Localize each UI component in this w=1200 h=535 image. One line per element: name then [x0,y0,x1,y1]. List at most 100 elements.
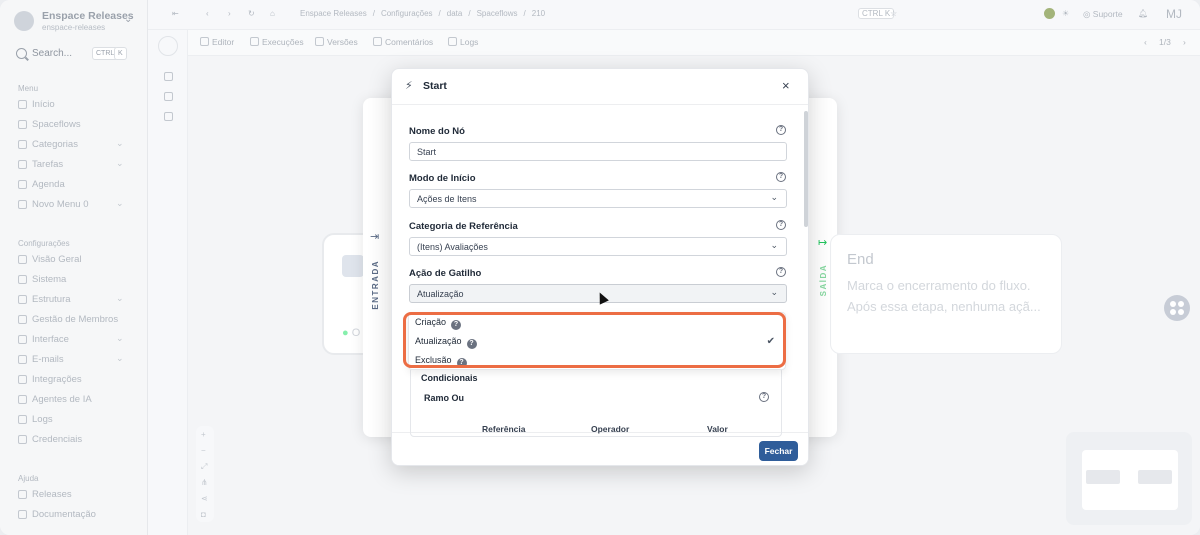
tab-label: Logs [460,37,479,47]
search-label: Search... [32,48,73,59]
breadcrumb-separator: / [468,9,471,18]
calendar-icon[interactable] [164,112,173,121]
tab-1[interactable]: Execuções [250,37,304,47]
tab-icon [250,37,259,46]
breadcrumb-item[interactable]: 210 [532,9,545,18]
node-name-input[interactable]: Start [409,142,787,161]
chevron-down-icon: ⌄ [116,353,124,363]
topbar: ⇤ ‹ › ↻ ⌂ Enspace Releases / Configurações… [148,0,1200,30]
sidebar-item-config-0[interactable]: Visão Geral [18,254,130,268]
sidebar-item-config-9[interactable]: Credenciais [18,434,130,448]
help-icon[interactable]: ? [759,392,769,402]
sidebar-item-label: Categorias [32,139,78,150]
reference-category-label: Categoria de Referência [409,221,518,232]
nav-icon [18,335,27,344]
start-mode-select[interactable]: Ações de Itens ⌄ [409,189,787,208]
bell-icon[interactable]: 🔔︎ [1138,9,1148,18]
breadcrumb-separator: / [372,9,375,18]
nav-icon [18,315,27,324]
home-icon[interactable]: ⌂ [270,9,275,18]
tab-icon [448,37,457,46]
share-icon[interactable]: ⋖ [201,494,208,503]
end-node-title: End [847,251,874,268]
breadcrumb: Enspace Releases / Configurações / data / Spac… [300,9,551,18]
sidebar-item-menu-4[interactable]: Agenda [18,179,130,193]
lock-icon[interactable]: ◘ [201,510,206,519]
tab-3[interactable]: Comentários [373,37,433,47]
chevron-down-icon: ⌄ [124,14,133,25]
nav-icon [18,395,27,404]
modal-title: Start [423,80,447,92]
help-icon[interactable]: ? [776,220,786,230]
section-config-title: Configurações [18,239,70,248]
sidebar-item-help-0[interactable]: Releases [18,489,130,503]
bolt-icon[interactable] [164,92,173,101]
section-menu-title: Menu [18,84,39,93]
nav-icon [18,200,27,209]
sidebar-item-menu-1[interactable]: Spaceflows [18,119,130,133]
user-avatar[interactable]: MJ [1166,7,1182,21]
help-icon[interactable]: ? [776,172,786,182]
tab-4[interactable]: Logs [448,37,478,47]
pager-prev-icon[interactable]: ‹ [1144,37,1147,47]
sidebar-item-label: Agenda [32,179,65,190]
editor-toolbar: ‹ 1/3 › Editor Execuções Versões Comentário… [148,30,1200,56]
sidebar-item-config-4[interactable]: Interface ⌄ [18,333,130,348]
breadcrumb-item[interactable]: data [447,9,463,18]
minimap[interactable] [1066,432,1192,525]
sidebar-item-config-7[interactable]: Agentes de IA [18,394,130,408]
breadcrumb-separator: / [523,9,526,18]
node-name-label: Nome do Nó [409,126,465,137]
zoom-in-icon[interactable]: + [201,430,206,439]
back-icon[interactable]: ‹ [206,9,209,18]
search-button[interactable]: Search... CTRL K [16,47,128,63]
sidebar-item-label: Visão Geral [32,254,82,265]
start-node-icon [342,255,364,277]
sidebar-item-menu-5[interactable]: Novo Menu 0 ⌄ [18,198,130,213]
close-button[interactable]: Fechar [759,441,798,461]
tag-icon[interactable] [164,72,173,81]
sidebar-item-config-3[interactable]: Gestão de Membros [18,314,130,328]
section-help-title: Ajuda [18,474,39,483]
zoom-out-icon[interactable]: − [201,446,206,455]
sidebar-item-help-1[interactable]: Documentação [18,509,130,523]
star-icon[interactable]: ☆ [890,9,897,18]
sidebar-item-menu-3[interactable]: Tarefas ⌄ [18,158,130,173]
workspace-avatar [14,11,34,31]
tab-0[interactable]: Editor [200,37,234,47]
reference-category-select[interactable]: (Itens) Avaliações ⌄ [409,237,787,256]
sidebar-item-config-8[interactable]: Logs [18,414,130,428]
layout-icon[interactable]: ⋔ [201,478,208,487]
sun-icon[interactable]: ☀ [1062,9,1069,18]
zoom-controls: + − ⤢ ⋔ ⋖ ◘ [196,426,214,522]
support-link[interactable]: ◎ Suporte [1083,9,1123,20]
fit-icon[interactable]: ⤢ [201,462,207,472]
sidebar-item-config-6[interactable]: Integrações [18,374,130,388]
workspace-switcher[interactable]: Enspace Releases enspace-releases ⌄ [14,8,138,36]
breadcrumb-item[interactable]: Spaceflows [477,9,518,18]
breadcrumb-item[interactable]: Configurações [381,9,433,18]
sidebar-item-menu-2[interactable]: Categorias ⌄ [18,138,130,153]
sidebar-item-config-5[interactable]: E-mails ⌄ [18,353,130,368]
close-icon[interactable]: × [782,78,790,93]
help-icon[interactable]: ? [776,125,786,135]
tab-2[interactable]: Versões [315,37,358,47]
sidebar-item-label: Releases [32,489,72,500]
help-icon[interactable]: ? [776,267,786,277]
sidebar-item-label: Interface [32,334,69,345]
breadcrumb-item[interactable]: Enspace Releases [300,9,367,18]
column-header-referencia: Referência [482,424,526,434]
document-icon[interactable] [158,36,178,56]
reload-icon[interactable]: ↻ [248,9,255,18]
modal-scrollbar[interactable] [804,111,808,227]
tab-icon [373,37,382,46]
sidebar-item-menu-0[interactable]: Início [18,99,130,113]
nav-icon [18,160,27,169]
forward-icon[interactable]: › [228,9,231,18]
pager-next-icon[interactable]: › [1183,37,1186,47]
sidebar-toggle-icon[interactable]: ⇤ [172,9,179,18]
sidebar-item-config-2[interactable]: Estrutura ⌄ [18,293,130,308]
sidebar-item-config-1[interactable]: Sistema [18,274,130,288]
end-node[interactable]: End Marca o encerramento do fluxo. Após … [830,234,1062,354]
apps-fab[interactable] [1164,295,1190,321]
